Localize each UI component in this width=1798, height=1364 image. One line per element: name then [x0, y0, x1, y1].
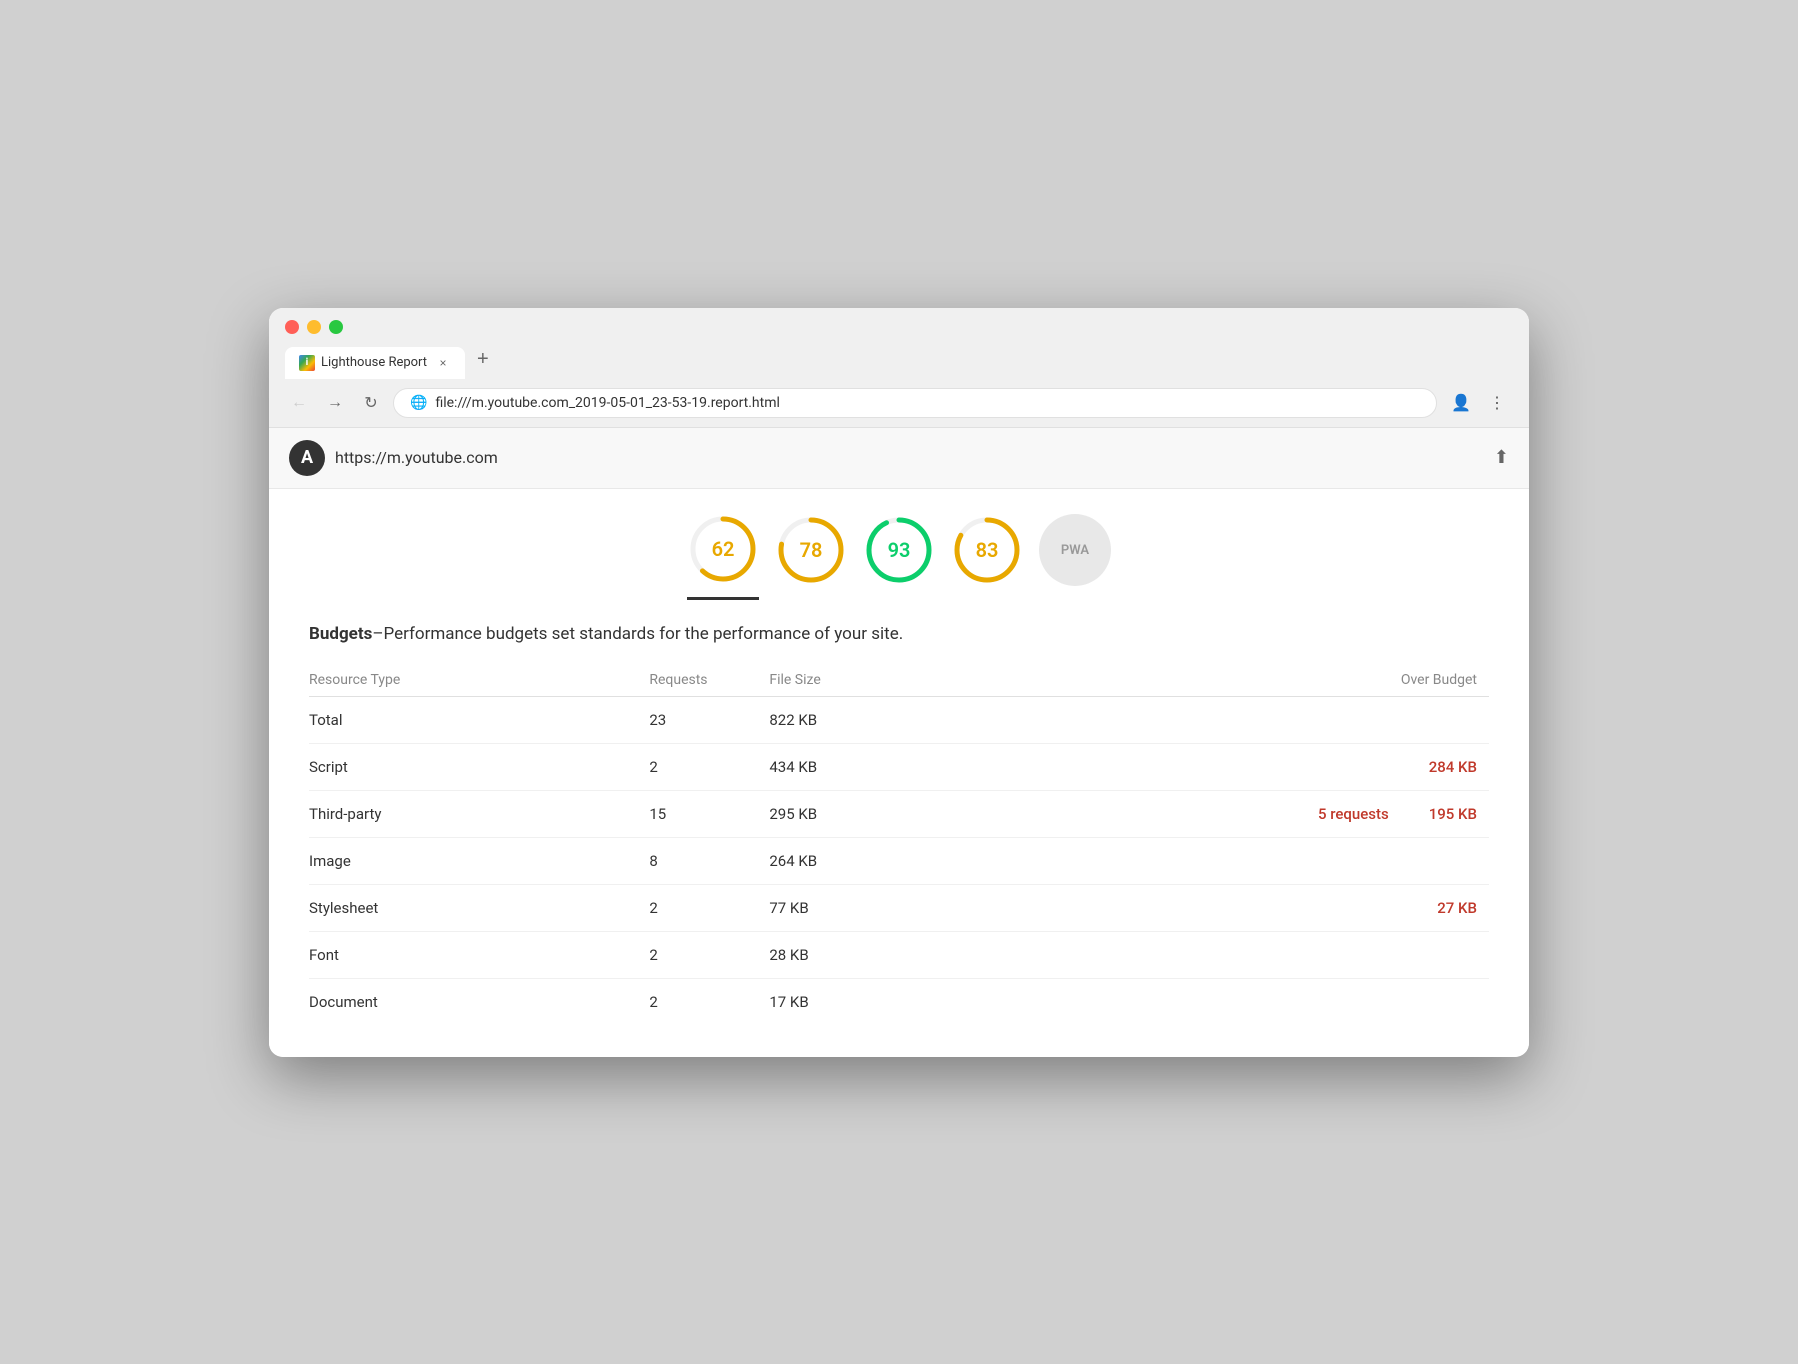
- pwa-label: PWA: [1061, 543, 1089, 558]
- score-circle-93: 93: [863, 514, 935, 586]
- col-header-requests: Requests: [637, 664, 757, 697]
- over-budget-requests: 5 requests: [1318, 805, 1389, 823]
- table-row: Third-party15295 KB 5 requests 195 KB: [309, 790, 1489, 837]
- score-value-78: 78: [800, 538, 823, 562]
- site-url-area: A https://m.youtube.com: [289, 440, 498, 476]
- cell-over-budget: [907, 696, 1489, 743]
- address-bar: ← → ↻ 🌐 file:///m.youtube.com_2019-05-01…: [269, 379, 1529, 428]
- table-header-row: Resource Type Requests File Size Over Bu…: [309, 664, 1489, 697]
- back-icon: ←: [291, 394, 307, 412]
- score-item-best-practices[interactable]: 93: [863, 514, 935, 598]
- score-value-83: 83: [976, 538, 999, 562]
- cell-resource-type: Image: [309, 837, 637, 884]
- cell-resource-type: Script: [309, 743, 637, 790]
- profile-button[interactable]: 👤: [1445, 387, 1477, 419]
- site-url: https://m.youtube.com: [335, 448, 498, 467]
- tabs-bar: i Lighthouse Report × +: [285, 344, 1513, 379]
- back-button[interactable]: ←: [285, 389, 313, 417]
- toolbar-icons: 👤 ⋮: [1445, 387, 1513, 419]
- tab-close-button[interactable]: ×: [435, 355, 451, 371]
- minimize-window-button[interactable]: [307, 320, 321, 334]
- table-row: Total23822 KB: [309, 696, 1489, 743]
- reload-button[interactable]: ↻: [357, 389, 385, 417]
- share-button[interactable]: ⬆: [1494, 447, 1509, 468]
- cell-file-size: 77 KB: [757, 884, 907, 931]
- lighthouse-logo: A: [289, 440, 325, 476]
- score-circle-78: 78: [775, 514, 847, 586]
- maximize-window-button[interactable]: [329, 320, 343, 334]
- score-value-62: 62: [712, 537, 735, 561]
- table-row: Document217 KB: [309, 978, 1489, 1025]
- col-header-file-size: File Size: [757, 664, 907, 697]
- menu-button[interactable]: ⋮: [1481, 387, 1513, 419]
- budget-table: Resource Type Requests File Size Over Bu…: [309, 664, 1489, 1025]
- cell-requests: 2: [637, 931, 757, 978]
- more-menu-icon: ⋮: [1489, 393, 1505, 413]
- section-title-rest: –Performance budgets set standards for t…: [372, 624, 903, 644]
- globe-icon: 🌐: [410, 395, 427, 411]
- cell-resource-type: Document: [309, 978, 637, 1025]
- forward-icon: →: [327, 394, 343, 412]
- score-circle-62: 62: [687, 513, 759, 585]
- new-tab-button[interactable]: +: [469, 344, 497, 375]
- col-header-over-budget: Over Budget: [907, 664, 1489, 697]
- forward-button[interactable]: →: [321, 389, 349, 417]
- cell-over-budget: 5 requests 195 KB: [907, 790, 1489, 837]
- scores-row: 62 78 93: [269, 489, 1529, 600]
- section-title: Budgets–Performance budgets set standard…: [309, 624, 1489, 644]
- share-icon: ⬆: [1494, 447, 1509, 467]
- close-window-button[interactable]: [285, 320, 299, 334]
- window-controls: [285, 320, 1513, 334]
- cell-requests: 2: [637, 978, 757, 1025]
- cell-resource-type: Font: [309, 931, 637, 978]
- active-tab[interactable]: i Lighthouse Report ×: [285, 347, 465, 379]
- cell-requests: 2: [637, 743, 757, 790]
- tab-favicon: i: [299, 355, 315, 371]
- browser-window: i Lighthouse Report × + ← → ↻ 🌐 file:///…: [269, 308, 1529, 1057]
- table-row: Image8264 KB: [309, 837, 1489, 884]
- cell-requests: 23: [637, 696, 757, 743]
- cell-over-budget: [907, 978, 1489, 1025]
- score-item-seo[interactable]: 83: [951, 514, 1023, 598]
- title-bar: i Lighthouse Report × +: [269, 308, 1529, 379]
- cell-over-budget: [907, 837, 1489, 884]
- section-title-bold: Budgets: [309, 624, 372, 644]
- cell-file-size: 295 KB: [757, 790, 907, 837]
- cell-over-budget: [907, 931, 1489, 978]
- site-header: A https://m.youtube.com ⬆: [269, 428, 1529, 489]
- reload-icon: ↻: [364, 393, 377, 413]
- cell-file-size: 28 KB: [757, 931, 907, 978]
- table-row: Font228 KB: [309, 931, 1489, 978]
- address-input-container[interactable]: 🌐 file:///m.youtube.com_2019-05-01_23-53…: [393, 388, 1437, 418]
- score-value-93: 93: [888, 538, 911, 562]
- cell-resource-type: Total: [309, 696, 637, 743]
- cell-file-size: 17 KB: [757, 978, 907, 1025]
- score-circle-83: 83: [951, 514, 1023, 586]
- cell-file-size: 264 KB: [757, 837, 907, 884]
- cell-requests: 2: [637, 884, 757, 931]
- cell-requests: 15: [637, 790, 757, 837]
- cell-resource-type: Stylesheet: [309, 884, 637, 931]
- cell-over-budget: 284 KB: [907, 743, 1489, 790]
- cell-over-budget: 27 KB: [907, 884, 1489, 931]
- table-row: Stylesheet277 KB 27 KB: [309, 884, 1489, 931]
- over-budget-size: 195 KB: [1429, 805, 1477, 823]
- score-item-performance[interactable]: 62: [687, 513, 759, 600]
- table-row: Script2434 KB 284 KB: [309, 743, 1489, 790]
- col-header-resource-type: Resource Type: [309, 664, 637, 697]
- profile-icon: 👤: [1451, 393, 1471, 413]
- pwa-circle: PWA: [1039, 514, 1111, 586]
- main-content: Budgets–Performance budgets set standard…: [269, 600, 1529, 1057]
- cell-resource-type: Third-party: [309, 790, 637, 837]
- cell-file-size: 434 KB: [757, 743, 907, 790]
- score-item-pwa[interactable]: PWA: [1039, 514, 1111, 598]
- tab-title: Lighthouse Report: [321, 355, 429, 370]
- cell-requests: 8: [637, 837, 757, 884]
- score-item-accessibility[interactable]: 78: [775, 514, 847, 598]
- url-text: file:///m.youtube.com_2019-05-01_23-53-1…: [435, 395, 1420, 411]
- over-budget-size: 284 KB: [1429, 758, 1477, 776]
- over-budget-size: 27 KB: [1437, 899, 1477, 917]
- cell-file-size: 822 KB: [757, 696, 907, 743]
